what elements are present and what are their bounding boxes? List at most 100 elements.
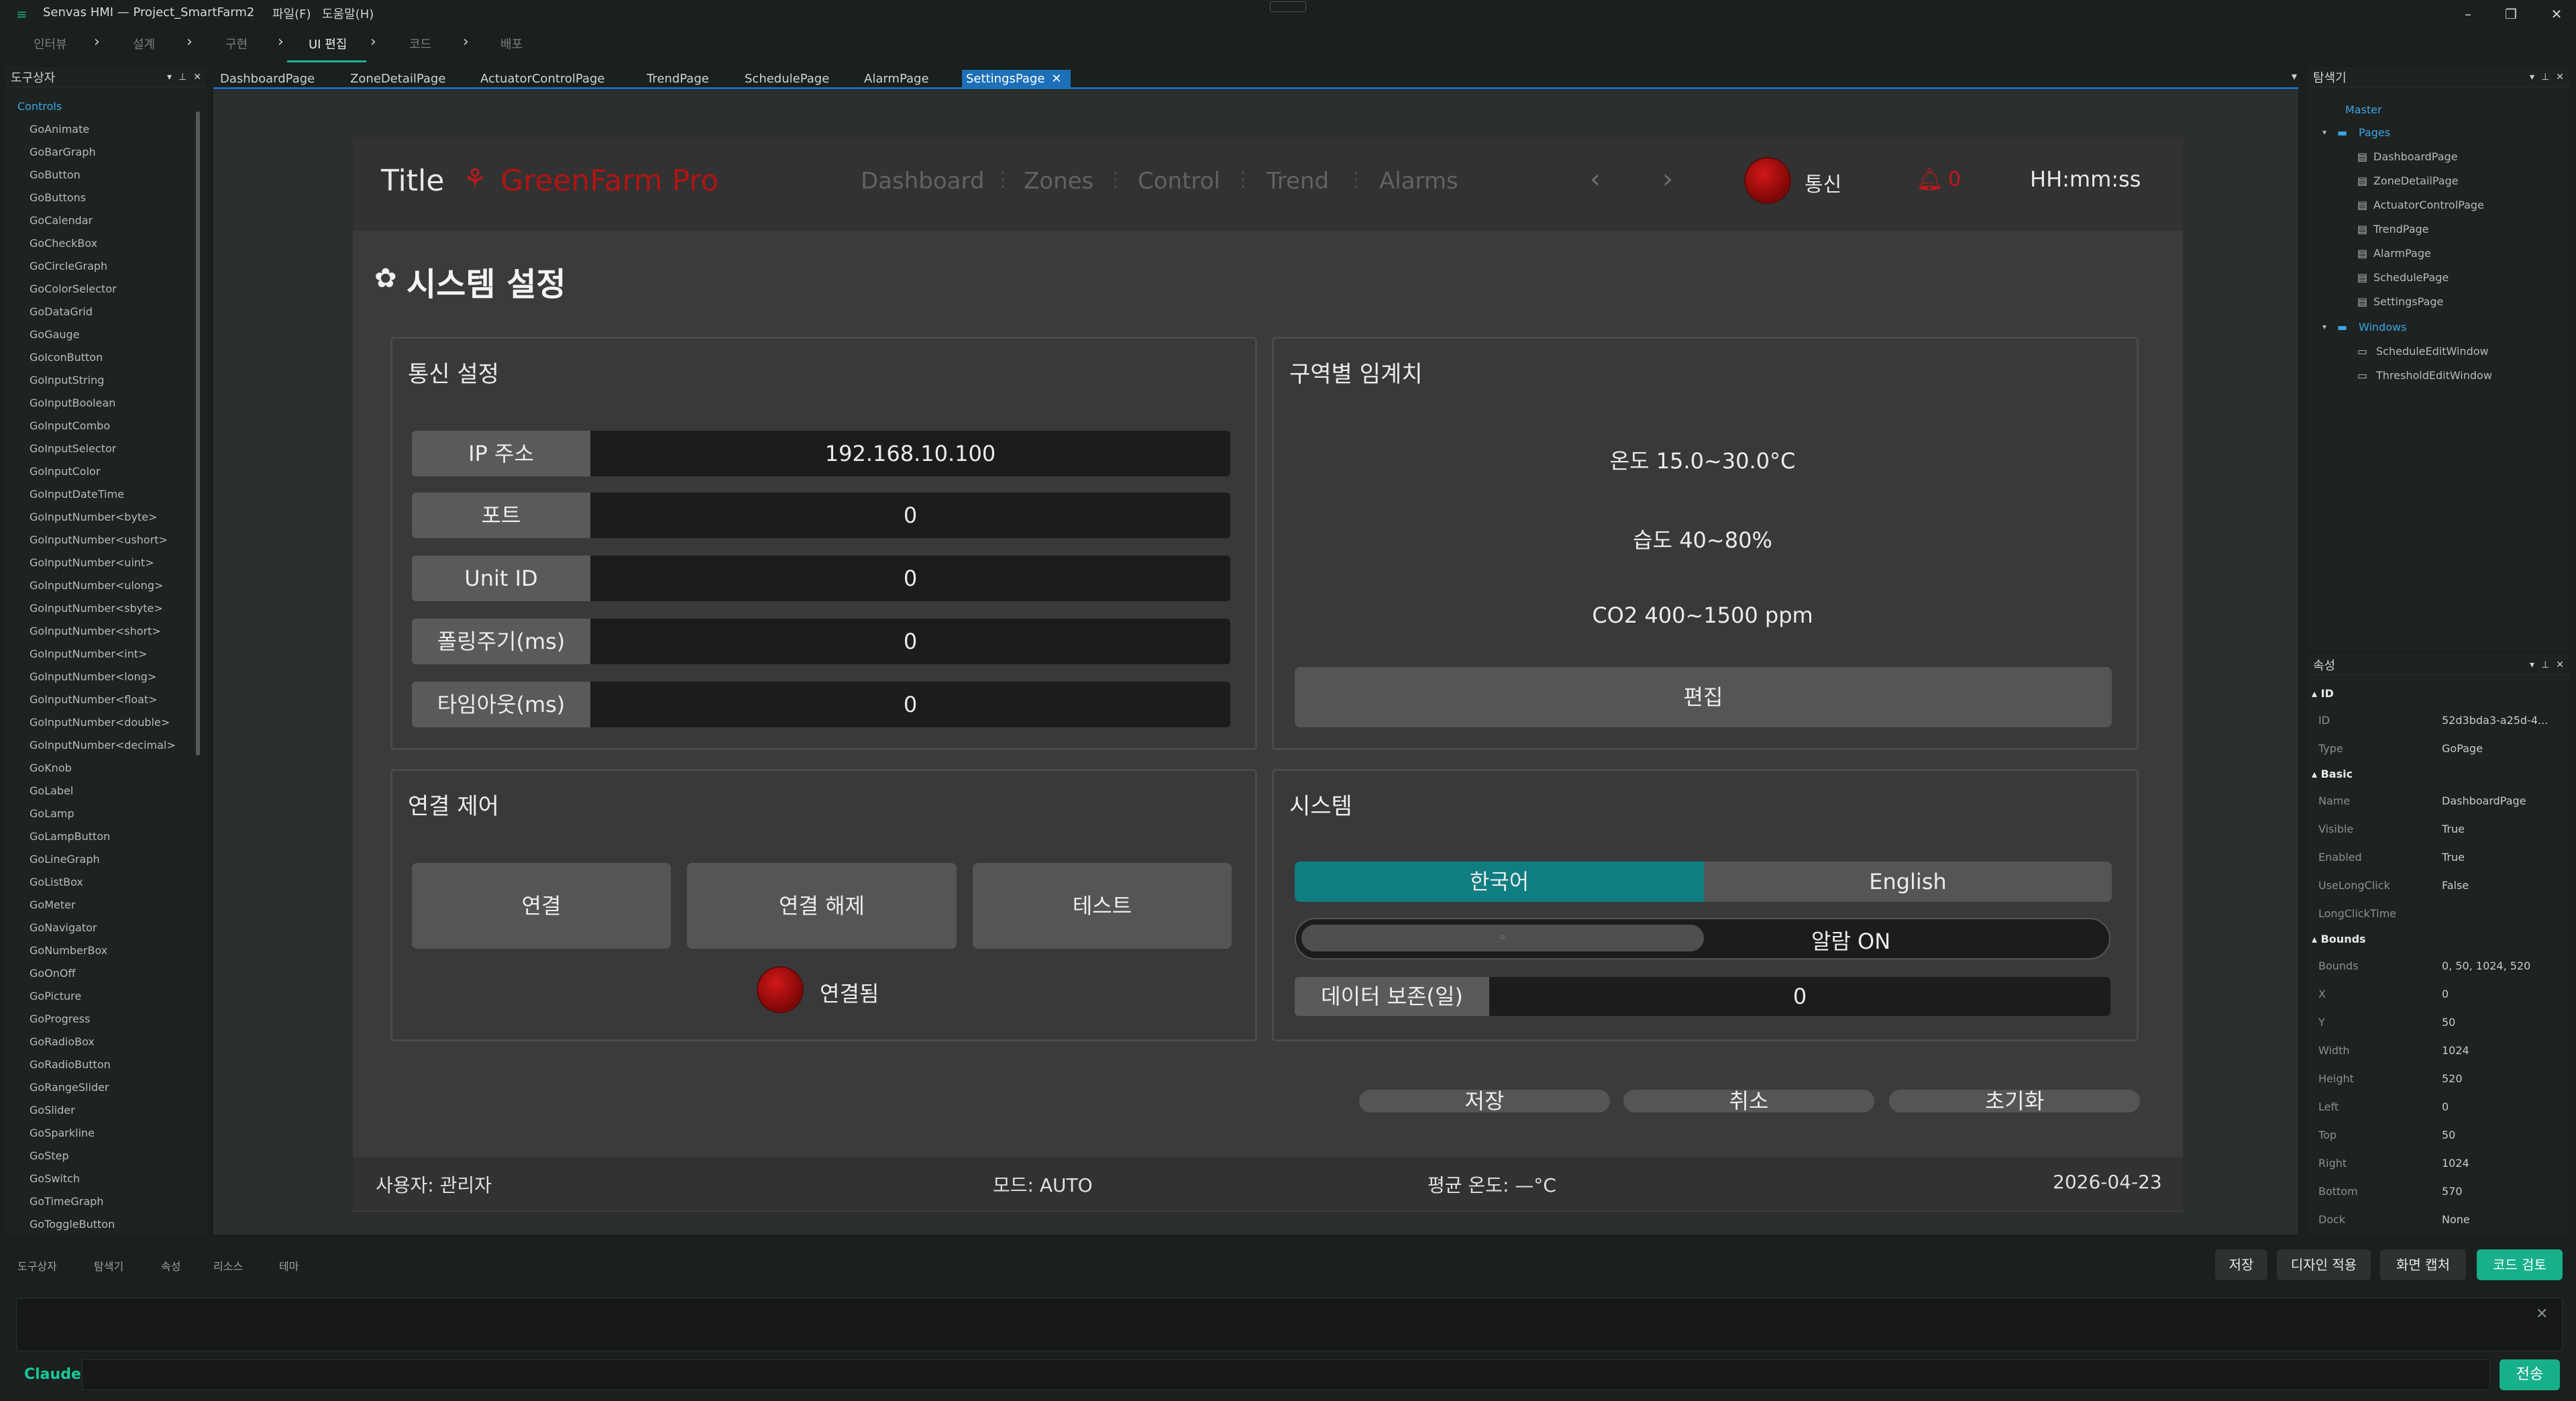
property-row[interactable]: X0 xyxy=(2312,980,2561,1008)
chevron-right-icon[interactable]: › xyxy=(1662,164,1673,195)
property-value[interactable]: 520 xyxy=(2442,1072,2463,1085)
tab-settings-page[interactable]: SettingsPage ✕ xyxy=(962,70,1071,89)
toolbox-item[interactable]: GoInputNumber<uint> xyxy=(5,552,207,574)
tree-item-page[interactable]: TrendPage xyxy=(2373,223,2429,236)
nav-alarms[interactable]: Alarms xyxy=(1379,168,1458,195)
tree-item-page[interactable]: ActuatorControlPage xyxy=(2373,199,2484,211)
property-row[interactable]: Height 520 xyxy=(2312,1064,2561,1092)
expand-icon[interactable]: ▾ xyxy=(2322,322,2326,331)
workflow-step-design[interactable]: 설계 xyxy=(133,35,155,52)
toolbox-item[interactable]: GoInputString xyxy=(5,369,207,392)
toolbox-item[interactable]: GoPicture xyxy=(5,985,207,1008)
property-value[interactable]: None xyxy=(2442,1213,2470,1226)
toolbox-item[interactable]: GoProgress xyxy=(5,1008,207,1031)
tab-dashboard-page[interactable]: DashboardPage xyxy=(216,70,319,89)
property-row[interactable]: Top 50 xyxy=(2312,1121,2561,1149)
property-value[interactable]: GoPage xyxy=(2442,742,2483,755)
property-row[interactable]: Bounds 0, 50, 1024, 520 xyxy=(2312,951,2561,980)
toolbox-item[interactable]: GoInputNumber<sbyte> xyxy=(5,597,207,620)
toolbox-item[interactable]: GoSparkline xyxy=(5,1122,207,1145)
toolbox-item[interactable]: GoInputBoolean xyxy=(5,392,207,415)
property-row[interactable]: Bottom 570 xyxy=(2312,1177,2561,1205)
toolbox-item[interactable]: GoLamp xyxy=(5,802,207,825)
property-value[interactable]: 50 xyxy=(2442,1016,2455,1029)
save-button[interactable]: 저장 xyxy=(1359,1090,1610,1112)
pin-icon[interactable]: ⊥ xyxy=(178,72,186,83)
property-value[interactable]: 570 xyxy=(2442,1185,2463,1198)
property-row[interactable]: Enabled True xyxy=(2312,843,2561,871)
toolbox-item[interactable]: GoInputNumber<ulong> xyxy=(5,574,207,597)
toolbox-item[interactable]: GoBarGraph xyxy=(5,141,207,164)
toolbox-item[interactable]: GoNumberBox xyxy=(5,939,207,962)
drag-handle[interactable] xyxy=(1270,1,1306,12)
tree-item-page[interactable]: SchedulePage xyxy=(2373,271,2449,284)
property-row[interactable]: LongClickTime xyxy=(2312,899,2561,927)
toolbox-item[interactable]: GoGauge xyxy=(5,323,207,346)
toolbox-item[interactable]: GoNavigator xyxy=(5,917,207,939)
toolbox-item[interactable]: GoListBox xyxy=(5,871,207,894)
dropdown-icon[interactable]: ▾ xyxy=(2530,660,2534,670)
capture-screen-button[interactable]: 화면 캡처 xyxy=(2380,1249,2466,1280)
property-value[interactable]: True xyxy=(2442,823,2465,835)
prop-section-basic[interactable]: ▴ Basic xyxy=(2312,768,2353,780)
expand-icon[interactable]: ▾ xyxy=(2322,127,2326,137)
toolbox-item[interactable]: GoLampButton xyxy=(5,825,207,848)
lang-korean-button[interactable]: 한국어 xyxy=(1295,862,1704,902)
toolbox-item[interactable]: GoCalendar xyxy=(5,209,207,232)
chevron-left-icon[interactable]: ‹ xyxy=(1590,164,1601,195)
unit-id-input[interactable]: 0 xyxy=(590,556,1230,601)
tree-item-window[interactable]: ThresholdEditWindow xyxy=(2376,369,2492,382)
tree-item-window[interactable]: ScheduleEditWindow xyxy=(2376,345,2489,358)
property-row[interactable]: Type GoPage xyxy=(2312,734,2561,762)
toolbox-item[interactable]: GoInputNumber<short> xyxy=(5,620,207,643)
pin-icon[interactable]: ⊥ xyxy=(2541,72,2549,83)
toolbox-item[interactable]: GoSlider xyxy=(5,1099,207,1122)
menu-file[interactable]: 파일(F) xyxy=(272,5,311,22)
workflow-step-code[interactable]: 코드 xyxy=(409,35,431,52)
pin-icon[interactable]: ⊥ xyxy=(2541,660,2549,670)
toolbox-item[interactable]: GoLabel xyxy=(5,780,207,802)
toolbox-item[interactable]: GoStep xyxy=(5,1145,207,1168)
property-row[interactable]: Visible True xyxy=(2312,815,2561,843)
close-window-icon[interactable]: ✕ xyxy=(2546,4,2567,24)
close-tab-icon[interactable]: ✕ xyxy=(1051,72,1061,86)
property-value[interactable]: 52d3bda3-a25d-4... xyxy=(2442,714,2548,727)
tab-zone-detail-page[interactable]: ZoneDetailPage xyxy=(346,70,449,89)
property-row[interactable]: UseLongClick False xyxy=(2312,871,2561,899)
nav-trend[interactable]: Trend xyxy=(1267,168,1329,195)
bell-icon[interactable]: 🔔︎ xyxy=(1916,166,1943,192)
property-value[interactable]: 1024 xyxy=(2442,1044,2469,1057)
toolbox-item[interactable]: GoButton xyxy=(5,164,207,187)
toolbox-group-controls[interactable]: Controls xyxy=(5,95,207,118)
property-row[interactable]: Name DashboardPage xyxy=(2312,786,2561,815)
send-button[interactable]: 전송 xyxy=(2500,1359,2560,1390)
tab-schedule-page[interactable]: SchedulePage xyxy=(741,70,833,89)
toolbox-item[interactable]: GoRadioButton xyxy=(5,1053,207,1076)
toolbox-item[interactable]: GoInputNumber<double> xyxy=(5,711,207,734)
dropdown-icon[interactable]: ▾ xyxy=(167,72,172,83)
toolbox-item[interactable]: GoInputNumber<decimal> xyxy=(5,734,207,757)
close-icon[interactable]: ✕ xyxy=(193,72,201,83)
menu-help[interactable]: 도움말(H) xyxy=(322,5,374,22)
prop-section-id[interactable]: ▴ ID xyxy=(2312,687,2334,700)
toolbox-item[interactable]: GoCheckBox xyxy=(5,232,207,255)
tree-item-page[interactable]: DashboardPage xyxy=(2373,150,2458,163)
tree-item-page[interactable]: SettingsPage xyxy=(2373,295,2443,308)
prop-section-bounds[interactable]: ▴ Bounds xyxy=(2312,933,2366,945)
toolbox-item[interactable]: GoInputNumber<float> xyxy=(5,688,207,711)
property-value[interactable]: 0 xyxy=(2442,988,2449,1000)
toolbox-item[interactable]: GoInputSelector xyxy=(5,437,207,460)
nav-zones[interactable]: Zones xyxy=(1024,168,1093,195)
retention-input[interactable]: 0 xyxy=(1489,977,2110,1016)
bottom-tab-theme[interactable]: 테마 xyxy=(279,1257,299,1274)
disconnect-button[interactable]: 연결 해제 xyxy=(687,863,957,949)
toolbox-item[interactable]: GoLineGraph xyxy=(5,848,207,871)
connect-button[interactable]: 연결 xyxy=(412,863,671,949)
toolbox-item[interactable]: GoSwitch xyxy=(5,1168,207,1190)
property-value[interactable]: 1024 xyxy=(2442,1157,2469,1170)
bottom-tab-properties[interactable]: 속성 xyxy=(161,1257,180,1274)
close-icon[interactable]: ✕ xyxy=(2536,1306,2548,1322)
close-icon[interactable]: ✕ xyxy=(2556,660,2564,670)
cancel-button[interactable]: 취소 xyxy=(1623,1090,1874,1112)
toggle-knob[interactable]: ◦ xyxy=(1301,925,1704,951)
